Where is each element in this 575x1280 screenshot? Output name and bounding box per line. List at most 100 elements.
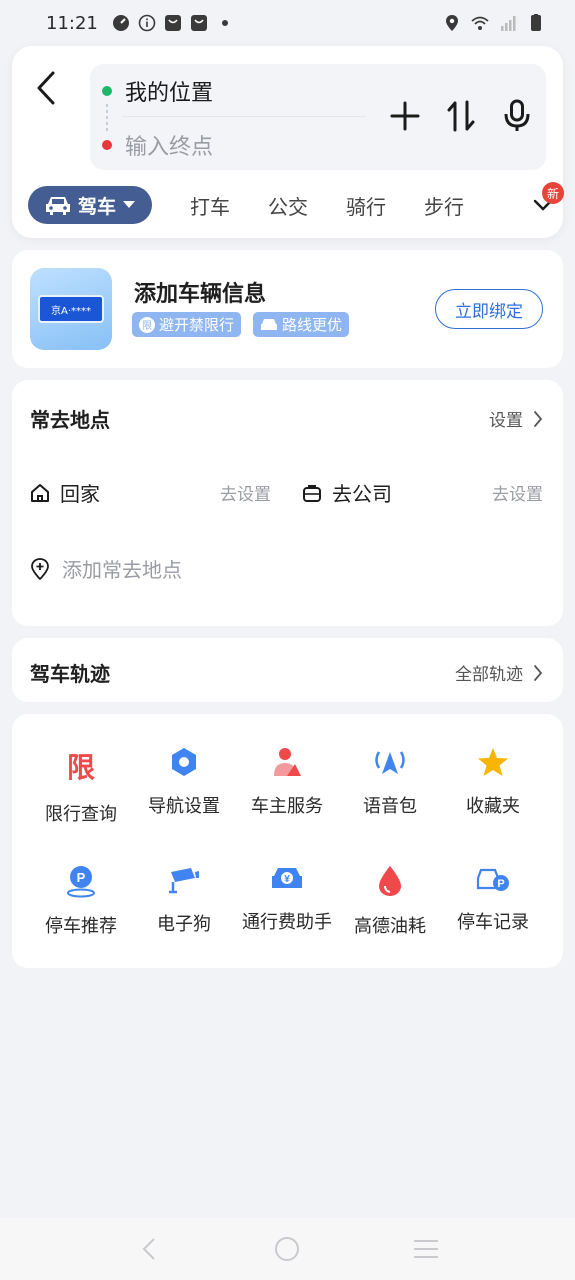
tool-navigation-settings[interactable]: 导航设置 [129, 714, 239, 817]
vehicle-tags: 限 避开禁限行 路线更优 [132, 312, 350, 337]
bind-vehicle-button[interactable]: 立即绑定 [435, 289, 543, 329]
tab-bus[interactable]: 公交 [268, 191, 308, 220]
chevron-right-icon [534, 664, 543, 681]
system-nav-bar [0, 1218, 575, 1280]
drive-track-card[interactable]: 驾车轨迹 全部轨迹 [12, 638, 563, 702]
tab-walk[interactable]: 步行 [424, 191, 464, 220]
tool-label: 停车推荐 [45, 916, 117, 937]
car-icon [45, 197, 70, 215]
tab-taxi[interactable]: 打车 [190, 191, 230, 220]
signal-icon [501, 16, 516, 31]
tag-label: 避开禁限行 [159, 316, 235, 334]
tool-label: 车主服务 [251, 796, 323, 817]
tag-better-route: 路线更优 [253, 312, 350, 337]
tool-voice-pack[interactable]: 语音包 [335, 714, 445, 817]
start-dot-icon [102, 86, 112, 96]
swap-route-button[interactable] [444, 96, 478, 136]
tab-drive[interactable]: 驾车 [28, 186, 152, 224]
tool-label: 导航设置 [148, 796, 220, 817]
tool-owner-service[interactable]: 车主服务 [232, 714, 342, 817]
status-time: 11:21 [46, 12, 98, 34]
frequent-settings-link[interactable]: 设置 [489, 406, 543, 431]
tool-label: 高德油耗 [354, 916, 426, 937]
travel-mode-tabs: 驾车 打车 公交 骑行 步行 新 [28, 182, 564, 226]
more-modes-button[interactable]: 新 [528, 182, 564, 222]
car-icon [261, 318, 278, 330]
home-circle-icon [275, 1237, 300, 1261]
nav-home-button[interactable] [267, 1229, 307, 1269]
back-button[interactable] [30, 68, 62, 108]
tool-toll-assistant[interactable]: ¥ 通行费助手 [232, 832, 342, 933]
tool-label: 限行查询 [45, 804, 117, 825]
nav-recents-button[interactable] [406, 1229, 446, 1269]
route-divider [122, 116, 366, 117]
parking-car-icon: P [473, 864, 513, 894]
battery-icon [531, 14, 541, 31]
camera-icon [164, 864, 204, 896]
plus-icon [390, 101, 420, 131]
drive-track-title: 驾车轨迹 [30, 662, 110, 686]
add-location-icon [31, 557, 49, 580]
tab-bike[interactable]: 骑行 [346, 191, 386, 220]
caret-down-icon [123, 201, 135, 208]
voice-input-button[interactable] [500, 96, 534, 136]
tool-parking-recommend[interactable]: P 停车推荐 [26, 832, 136, 937]
tool-label: 通行费助手 [242, 912, 332, 933]
svg-text:P: P [497, 878, 504, 890]
restriction-icon: 限 [139, 316, 155, 333]
back-arrow-icon [37, 71, 55, 105]
search-card: 我的位置 输入终点 驾车 打车 公交 骑行 步行 新 [12, 46, 564, 238]
wifi-icon [471, 16, 489, 30]
swap-arrows-icon [447, 100, 475, 132]
home-label: 回家 [60, 482, 100, 506]
settings-label: 设置 [489, 411, 523, 431]
tag-label: 路线更优 [282, 316, 343, 334]
tool-speed-camera[interactable]: 电子狗 [129, 832, 239, 935]
star-icon [473, 746, 513, 778]
end-point-placeholder: 输入终点 [125, 135, 214, 160]
license-plate: 京A·**** [38, 295, 104, 323]
all-tracks-link[interactable]: 全部轨迹 [455, 660, 543, 685]
tools-grid: 限 限行查询 导航设置 车主服务 语音包 收藏夹 P 停车推荐 电子狗 ¥ 通行… [12, 714, 563, 968]
work-set-action[interactable]: 去设置 [492, 480, 543, 505]
svg-text:P: P [77, 870, 86, 885]
frequent-places-title: 常去地点 [30, 408, 110, 432]
svg-text:¥: ¥ [284, 874, 290, 885]
start-point-field[interactable]: 我的位置 [102, 74, 213, 108]
speedometer-icon [112, 15, 129, 31]
parking-location-icon: P [61, 864, 101, 898]
nav-back-button[interactable] [129, 1229, 169, 1269]
home-place-row[interactable]: 回家 去设置 [30, 478, 276, 507]
dot-icon [221, 20, 228, 26]
status-bar: 11:21 [0, 0, 575, 46]
hexagon-settings-icon [164, 746, 204, 778]
tool-fuel-consumption[interactable]: 高德油耗 [335, 832, 445, 937]
restriction-glyph: 限 [66, 751, 95, 784]
tool-label: 停车记录 [457, 912, 529, 933]
chevron-right-icon [534, 410, 543, 427]
driver-icon [267, 746, 307, 778]
frequent-places-card: 常去地点 设置 回家 去设置 去公司 去设置 添加常去地点 [12, 380, 563, 626]
tool-parking-record[interactable]: P 停车记录 [438, 832, 548, 933]
add-waypoint-button[interactable] [388, 96, 422, 136]
back-icon [142, 1238, 155, 1260]
new-badge: 新 [542, 182, 564, 204]
license-plate-image: 京A·**** [30, 268, 112, 350]
shopping-bag-icon-2 [190, 15, 207, 31]
tool-favorites[interactable]: 收藏夹 [438, 714, 548, 817]
home-set-action[interactable]: 去设置 [220, 480, 271, 505]
tool-restriction-query[interactable]: 限 限行查询 [26, 714, 136, 825]
end-point-field[interactable]: 输入终点 [102, 128, 213, 162]
shopping-bag-icon [164, 15, 181, 31]
tool-label: 语音包 [363, 796, 417, 817]
add-frequent-place-button[interactable]: 添加常去地点 [30, 554, 182, 583]
info-icon [138, 14, 156, 32]
briefcase-icon [303, 484, 321, 502]
vehicle-card: 京A·**** 添加车辆信息 限 避开禁限行 路线更优 立即绑定 [12, 250, 563, 368]
work-label: 去公司 [332, 482, 392, 506]
add-place-label: 添加常去地点 [62, 558, 182, 582]
tool-label: 电子狗 [157, 914, 211, 935]
all-tracks-label: 全部轨迹 [455, 665, 523, 685]
work-place-row[interactable]: 去公司 去设置 [302, 478, 547, 507]
restriction-icon: 限 [61, 746, 101, 786]
